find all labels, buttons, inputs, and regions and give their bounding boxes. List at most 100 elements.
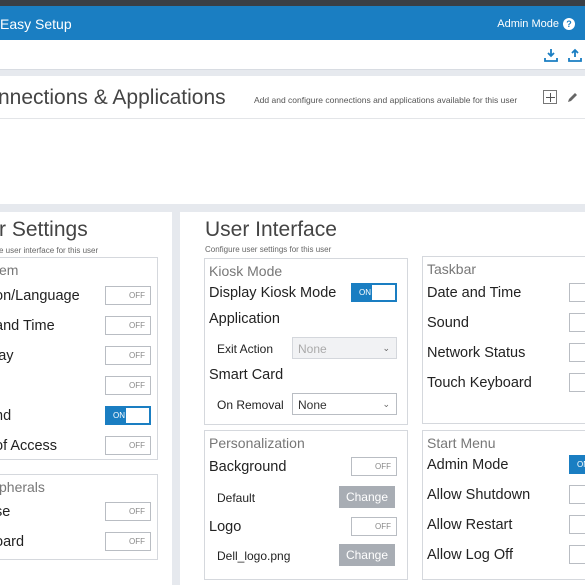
user-settings-heading: r Settings bbox=[0, 218, 88, 241]
system-row-label: of Access bbox=[0, 438, 58, 454]
admin-mode-label: Admin Mode bbox=[497, 18, 559, 30]
chevron-down-icon: ⌄ bbox=[382, 343, 390, 353]
start-menu-row: Allow Log Off bbox=[427, 544, 585, 566]
smart-card-row: Smart Card bbox=[209, 364, 401, 386]
toggle-switch[interactable]: OFF bbox=[105, 316, 151, 335]
peripherals-title: pherals bbox=[0, 479, 45, 495]
taskbar-row-label: Sound bbox=[427, 315, 469, 331]
system-row-label: lay bbox=[0, 348, 14, 364]
add-icon[interactable] bbox=[543, 90, 557, 104]
download-icon[interactable] bbox=[541, 45, 561, 65]
display-kiosk-label: Display Kiosk Mode bbox=[209, 285, 337, 301]
toggle-switch[interactable] bbox=[569, 373, 585, 392]
peripherals-row: se OFF bbox=[0, 501, 151, 523]
start-menu-row: Allow Shutdown bbox=[427, 484, 585, 506]
system-title: em bbox=[0, 262, 19, 278]
taskbar-row-label: Date and Time bbox=[427, 285, 522, 301]
user-settings-panel: r Settings e user interface for this use… bbox=[0, 212, 172, 585]
start-menu-row: Admin Mode ON bbox=[427, 454, 585, 476]
system-row: of Access OFF bbox=[0, 435, 151, 457]
toggle-switch[interactable]: OFF bbox=[105, 376, 151, 395]
background-label: Background bbox=[209, 459, 287, 475]
toggle-switch[interactable]: OFF bbox=[105, 286, 151, 305]
toggle-switch[interactable] bbox=[569, 313, 585, 332]
user-interface-panel: User Interface Configure user settings f… bbox=[180, 212, 585, 585]
start-menu-row-label: Admin Mode bbox=[427, 457, 509, 473]
toggle-switch[interactable]: ON bbox=[105, 406, 151, 425]
system-row: on/Language OFF bbox=[0, 285, 151, 307]
toggle-switch[interactable]: ON bbox=[569, 455, 585, 474]
system-row-label: and Time bbox=[0, 318, 55, 334]
toggle-switch[interactable] bbox=[569, 283, 585, 302]
app-title: Easy Setup bbox=[0, 16, 72, 32]
connections-section: nnections & Applications Add and configu… bbox=[0, 76, 585, 204]
connections-description: Add and configure connections and applic… bbox=[254, 95, 518, 105]
personalization-title: Personalization bbox=[209, 435, 305, 451]
toggle-switch[interactable]: OFF bbox=[105, 532, 151, 551]
divider bbox=[0, 118, 585, 119]
background-row: Background OFF bbox=[209, 456, 401, 478]
system-row: lay OFF bbox=[0, 345, 151, 367]
upload-icon[interactable] bbox=[565, 45, 585, 65]
toolbar bbox=[0, 40, 585, 70]
background-value: Default bbox=[217, 491, 256, 505]
system-row: nd ON bbox=[0, 405, 151, 427]
toggle-switch[interactable] bbox=[569, 485, 585, 504]
on-removal-select[interactable]: None ⌄ bbox=[292, 393, 397, 415]
taskbar-row-label: Touch Keyboard bbox=[427, 375, 532, 391]
start-menu-title: Start Menu bbox=[427, 435, 496, 451]
background-value-row: Default Change bbox=[209, 486, 401, 508]
on-removal-label: On Removal bbox=[217, 398, 284, 412]
peripherals-row-label: se bbox=[0, 504, 11, 520]
toggle-switch[interactable] bbox=[569, 515, 585, 534]
toggle-switch[interactable] bbox=[569, 545, 585, 564]
change-background-button[interactable]: Change bbox=[339, 486, 395, 508]
taskbar-row-label: Network Status bbox=[427, 345, 526, 361]
logo-row: Logo OFF bbox=[209, 516, 401, 538]
admin-mode-indicator[interactable]: Admin Mode ? bbox=[497, 18, 575, 30]
exit-action-row: Exit Action None ⌄ bbox=[209, 337, 401, 359]
change-logo-button[interactable]: Change bbox=[339, 544, 395, 566]
toggle-switch[interactable]: OFF bbox=[105, 346, 151, 365]
system-row-label: on/Language bbox=[0, 288, 80, 304]
application-label: Application bbox=[209, 311, 280, 327]
on-removal-row: On Removal None ⌄ bbox=[209, 393, 401, 415]
logo-value-row: Dell_logo.png Change bbox=[209, 544, 401, 566]
start-menu-row-label: Allow Restart bbox=[427, 517, 513, 533]
peripherals-box: pherals se OFF oard OFF bbox=[0, 474, 158, 560]
help-icon[interactable]: ? bbox=[563, 18, 575, 30]
taskbar-row: Sound bbox=[427, 312, 585, 334]
system-row: and Time OFF bbox=[0, 315, 151, 337]
edit-icon[interactable] bbox=[566, 90, 580, 104]
toggle-switch[interactable]: OFF bbox=[105, 436, 151, 455]
system-row-label: nd bbox=[0, 408, 12, 424]
system-row: i OFF bbox=[3, 375, 151, 397]
toggle-switch[interactable] bbox=[569, 343, 585, 362]
taskbar-box: Taskbar Date and Time Sound Network Stat… bbox=[422, 256, 585, 424]
logo-value: Dell_logo.png bbox=[217, 549, 291, 563]
start-menu-row-label: Allow Log Off bbox=[427, 547, 513, 563]
user-interface-subtitle: Configure user settings for this user bbox=[205, 245, 332, 254]
chevron-down-icon: ⌄ bbox=[382, 399, 390, 409]
system-box: em on/Language OFF and Time OFF lay OFF … bbox=[0, 257, 158, 460]
application-row: Application bbox=[209, 308, 401, 330]
app-header: Easy Setup Admin Mode ? bbox=[0, 6, 585, 40]
user-settings-subtitle: e user interface for this user bbox=[0, 246, 99, 255]
taskbar-row: Date and Time bbox=[427, 282, 585, 304]
start-menu-row-label: Allow Shutdown bbox=[427, 487, 531, 503]
toggle-switch[interactable]: OFF bbox=[105, 502, 151, 521]
display-kiosk-toggle[interactable]: ON bbox=[351, 283, 397, 302]
user-interface-heading: User Interface bbox=[205, 218, 337, 241]
logo-label: Logo bbox=[209, 519, 242, 535]
exit-action-select[interactable]: None ⌄ bbox=[292, 337, 397, 359]
kiosk-mode-title: Kiosk Mode bbox=[209, 263, 283, 279]
personalization-box: Personalization Background OFF Default C… bbox=[204, 430, 408, 580]
start-menu-row: Allow Restart bbox=[427, 514, 585, 536]
background-toggle[interactable]: OFF bbox=[351, 457, 397, 476]
smart-card-label: Smart Card bbox=[209, 367, 284, 383]
connections-heading: nnections & Applications bbox=[0, 86, 226, 109]
peripherals-row-label: oard bbox=[0, 534, 25, 550]
logo-toggle[interactable]: OFF bbox=[351, 517, 397, 536]
display-kiosk-row: Display Kiosk Mode ON bbox=[209, 282, 401, 304]
taskbar-row: Touch Keyboard bbox=[427, 372, 585, 394]
